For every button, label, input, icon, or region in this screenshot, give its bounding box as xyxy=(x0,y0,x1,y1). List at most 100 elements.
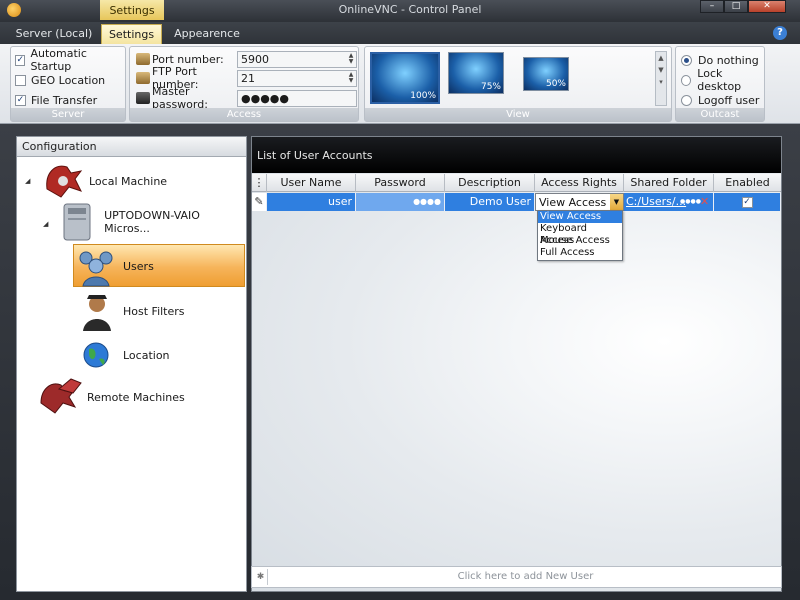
zoom-75-label: 75% xyxy=(480,82,501,92)
tab-settings[interactable]: Settings xyxy=(101,24,162,44)
access-rights-select[interactable]: View Access ▼ xyxy=(535,193,624,211)
ftp-port-input[interactable]: 21 ▲ ▼ xyxy=(237,70,357,87)
lock-desktop-label: Lock desktop xyxy=(697,67,742,93)
col-password[interactable]: Password xyxy=(356,174,445,192)
ftp-port-value: 21 xyxy=(241,72,255,85)
tree-computer[interactable]: UPTODOWN-VAIO Micros... xyxy=(59,200,246,244)
configuration-panel: Configuration ◢ Local Machine ◢ UPTODOWN… xyxy=(16,136,247,592)
accounts-grid-header: ⋮ User Name Password Description Access … xyxy=(252,174,781,192)
do-nothing-label: Do nothing xyxy=(698,53,759,67)
computer-icon xyxy=(63,203,91,241)
ribbon-group-outcast: Do nothing Lock desktop Logoff user Outc… xyxy=(675,46,765,122)
zoom-50-thumbnail[interactable]: 50% xyxy=(523,57,569,91)
zoom-50-label: 50% xyxy=(545,79,566,89)
geo-location-option[interactable]: GEO Location xyxy=(15,72,105,88)
zoom-75-thumbnail[interactable]: 75% xyxy=(448,52,504,94)
master-password-row: Master password: xyxy=(136,85,240,111)
add-row-icon: ✱ xyxy=(254,569,268,585)
lock-desktop-option[interactable]: Lock desktop xyxy=(681,67,764,93)
file-transfer-option[interactable]: ✓ File Transfer xyxy=(15,92,97,108)
ribbon: ✓ Automatic Startup GEO Location ✓ File … xyxy=(0,44,800,124)
enabled-checkbox[interactable]: ✓ xyxy=(741,196,753,208)
app-logo-icon xyxy=(7,3,21,17)
file-transfer-checkbox[interactable]: ✓ xyxy=(15,94,26,106)
col-shared-folder[interactable]: Shared Folder xyxy=(624,174,714,192)
users-label: Users xyxy=(123,259,154,273)
file-transfer-label: File Transfer xyxy=(31,93,98,107)
zoom-100-label: 100% xyxy=(410,91,436,101)
user-accounts-panel: List of User Accounts ⋮ User Name Passwo… xyxy=(251,136,782,592)
port-spinner[interactable]: ▲ ▼ xyxy=(347,53,355,66)
port-number-input[interactable]: 5900 ▲ ▼ xyxy=(237,51,357,68)
key-icon xyxy=(136,92,150,104)
edit-pencil-icon: ✎ xyxy=(252,193,267,211)
zoom-100-thumbnail[interactable]: 100% xyxy=(370,52,440,104)
option-view-access[interactable]: View Access xyxy=(538,211,622,223)
port-number-value: 5900 xyxy=(241,53,269,66)
logoff-user-radio[interactable] xyxy=(681,94,692,106)
title-bar: Settings OnlineVNC - Control Panel – □ ✕ xyxy=(0,0,800,22)
shared-folder-link[interactable]: C:/Users/... xyxy=(626,195,686,208)
cell-user-name[interactable]: user xyxy=(267,193,356,211)
cell-shared-folder[interactable]: C:/Users/... ●●●● ✕ xyxy=(624,193,714,211)
option-mouse-access[interactable]: Mouse Access xyxy=(538,235,622,247)
computer-label: UPTODOWN-VAIO Micros... xyxy=(104,209,200,235)
collapse-arrow-icon[interactable]: ◢ xyxy=(25,177,30,185)
ribbon-group-view: 100% 75% 50% ▲ ▼ ▾ View xyxy=(364,46,672,122)
table-row[interactable]: ✎ user ●●●● Demo User View Access ▼ C:/U… xyxy=(252,193,781,211)
server-group-label: Server xyxy=(11,108,125,121)
ftp-port-spinner[interactable]: ▲ ▼ xyxy=(347,72,355,85)
accounts-title: List of User Accounts xyxy=(252,137,781,173)
tab-appearance[interactable]: Appearence xyxy=(168,24,246,44)
tree-remote-machines[interactable]: Remote Machines xyxy=(37,375,185,419)
port-icon xyxy=(136,53,150,65)
window-title: OnlineVNC - Control Panel xyxy=(338,3,482,16)
tree-host-filters[interactable]: Host Filters xyxy=(77,289,185,333)
dropdown-arrow-icon[interactable]: ▼ xyxy=(610,194,623,210)
col-description[interactable]: Description xyxy=(445,174,535,192)
row-selector-header-icon: ⋮ xyxy=(252,174,267,192)
col-access-rights[interactable]: Access Rights xyxy=(535,174,624,192)
view-gallery-scrollbar[interactable]: ▲ ▼ ▾ xyxy=(655,51,667,106)
master-password-value: ●●●●● xyxy=(241,92,289,105)
col-enabled[interactable]: Enabled xyxy=(714,174,781,192)
option-keyboard-access[interactable]: Keyboard Access xyxy=(538,223,622,246)
tree-users[interactable]: Users xyxy=(73,244,154,288)
maximize-button[interactable]: □ xyxy=(724,0,748,13)
add-new-user-placeholder[interactable]: Click here to add New User xyxy=(270,567,781,587)
context-tab-label: Settings xyxy=(100,0,164,20)
logoff-user-option[interactable]: Logoff user xyxy=(681,92,759,108)
remote-machines-icon xyxy=(40,378,82,414)
access-group-label: Access xyxy=(130,108,358,121)
close-button[interactable]: ✕ xyxy=(748,0,786,13)
outcast-group-label: Outcast xyxy=(676,108,764,121)
remote-machines-label: Remote Machines xyxy=(87,390,185,404)
port-label: Port number: xyxy=(152,52,224,66)
tab-server-local[interactable]: Server (Local) xyxy=(14,24,94,44)
help-icon[interactable]: ? xyxy=(773,26,787,40)
collapse-arrow-icon[interactable]: ◢ xyxy=(43,220,48,228)
col-user-name[interactable]: User Name xyxy=(267,174,356,192)
tree-local-machine[interactable]: Local Machine xyxy=(41,159,167,203)
tree-location[interactable]: Location xyxy=(77,333,170,377)
geo-location-checkbox[interactable] xyxy=(15,74,26,86)
local-machine-icon xyxy=(46,165,83,198)
ribbon-tabs: Server (Local) Settings Appearence xyxy=(0,22,800,44)
master-password-input[interactable]: ●●●●● xyxy=(237,90,357,107)
cell-password[interactable]: ●●●● xyxy=(356,193,445,211)
minimize-button[interactable]: – xyxy=(700,0,724,13)
host-filters-icon xyxy=(83,295,111,331)
globe-icon xyxy=(83,342,109,368)
do-nothing-radio[interactable] xyxy=(681,54,692,66)
cell-description[interactable]: Demo User xyxy=(445,193,535,211)
add-new-user-row[interactable]: ✱ Click here to add New User xyxy=(251,566,782,588)
option-full-access[interactable]: Full Access xyxy=(538,247,622,259)
cell-enabled[interactable]: ✓ xyxy=(714,193,781,211)
automatic-startup-option[interactable]: ✓ Automatic Startup xyxy=(15,47,125,73)
lock-desktop-radio[interactable] xyxy=(681,74,692,86)
browse-folder-button[interactable]: ●●●● xyxy=(680,193,701,211)
clear-folder-icon[interactable]: ✕ xyxy=(700,193,709,211)
automatic-startup-checkbox[interactable]: ✓ xyxy=(15,54,26,66)
do-nothing-option[interactable]: Do nothing xyxy=(681,52,759,68)
local-machine-label: Local Machine xyxy=(89,174,168,188)
